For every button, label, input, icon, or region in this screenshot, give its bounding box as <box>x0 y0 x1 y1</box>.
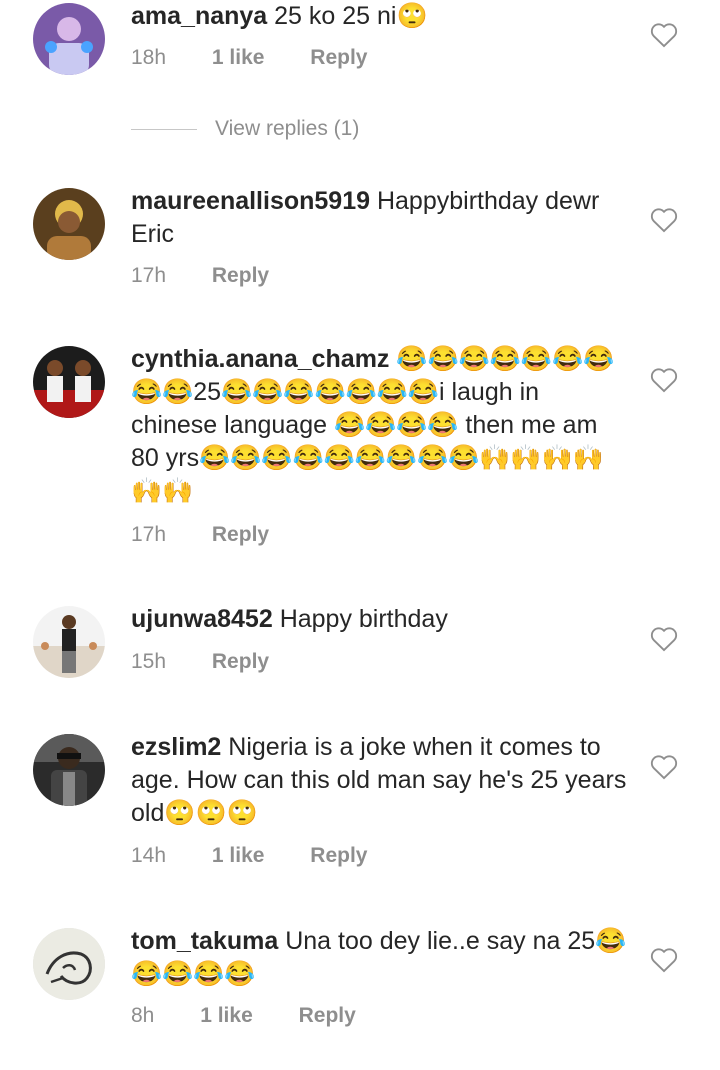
heart-outline-icon[interactable] <box>650 22 678 48</box>
comment-username[interactable]: ezslim2 <box>131 733 221 761</box>
comment-time: 14h <box>131 844 167 867</box>
reply-button[interactable]: Reply <box>299 1004 356 1027</box>
heart-outline-icon[interactable] <box>650 367 678 393</box>
avatar[interactable] <box>33 188 105 260</box>
reply-button[interactable]: Reply <box>212 650 269 673</box>
comment-meta: 15h Reply <box>131 650 309 674</box>
reply-button[interactable]: Reply <box>310 46 367 69</box>
comment-body: tom_takuma Una too dey lie..e say na 25😂… <box>131 925 631 991</box>
comment-username[interactable]: cynthia.anana_chamz <box>131 345 389 373</box>
comment-time: 15h <box>131 650 167 673</box>
heart-outline-icon[interactable] <box>650 754 678 780</box>
comment-username[interactable]: maureenallison5919 <box>131 187 370 215</box>
comment-body: ama_nanya 25 ko 25 ni🙄 <box>131 0 631 33</box>
comment-meta: 17h Reply <box>131 264 309 288</box>
avatar[interactable] <box>33 928 105 1000</box>
comment-text: Happy birthday <box>279 605 448 633</box>
comment-body: cynthia.anana_chamz 😂😂😂😂😂😂😂😂😂25😂😂😂😂😂😂😂i … <box>131 343 631 508</box>
avatar[interactable] <box>33 3 105 75</box>
comment-time: 17h <box>131 264 167 287</box>
comment-meta: 18h 1 like Reply <box>131 46 407 70</box>
comment-likes[interactable]: 1 like <box>200 1004 253 1027</box>
avatar[interactable] <box>33 346 105 418</box>
reply-button[interactable]: Reply <box>212 264 269 287</box>
view-replies-line <box>131 128 197 130</box>
comment-username[interactable]: tom_takuma <box>131 927 278 955</box>
heart-outline-icon[interactable] <box>650 947 678 973</box>
comment-time: 17h <box>131 523 167 546</box>
comment-time: 8h <box>131 1004 155 1027</box>
comment-likes[interactable]: 1 like <box>212 46 265 69</box>
avatar[interactable] <box>33 734 105 806</box>
comment-username[interactable]: ama_nanya <box>131 2 267 30</box>
reply-button[interactable]: Reply <box>212 523 269 546</box>
reply-button[interactable]: Reply <box>310 844 367 867</box>
comment-username[interactable]: ujunwa8452 <box>131 605 273 633</box>
comment-text: 25 ko 25 ni🙄 <box>274 2 428 30</box>
view-replies-label: View replies (1) <box>215 117 360 140</box>
comment-meta: 8h 1 like Reply <box>131 1004 396 1028</box>
comment-body: maureenallison5919 Happybirthday dewr Er… <box>131 185 631 251</box>
heart-outline-icon[interactable] <box>650 626 678 652</box>
comment-time: 18h <box>131 46 167 69</box>
view-replies-button[interactable]: View replies (1) <box>131 116 359 142</box>
avatar[interactable] <box>33 606 105 678</box>
heart-outline-icon[interactable] <box>650 207 678 233</box>
comment-body: ezslim2 Nigeria is a joke when it comes … <box>131 731 631 830</box>
comment-body: ujunwa8452 Happy birthday <box>131 603 631 636</box>
comment-likes[interactable]: 1 like <box>212 844 265 867</box>
comment-meta: 17h Reply <box>131 523 309 547</box>
comment-meta: 14h 1 like Reply <box>131 844 407 868</box>
